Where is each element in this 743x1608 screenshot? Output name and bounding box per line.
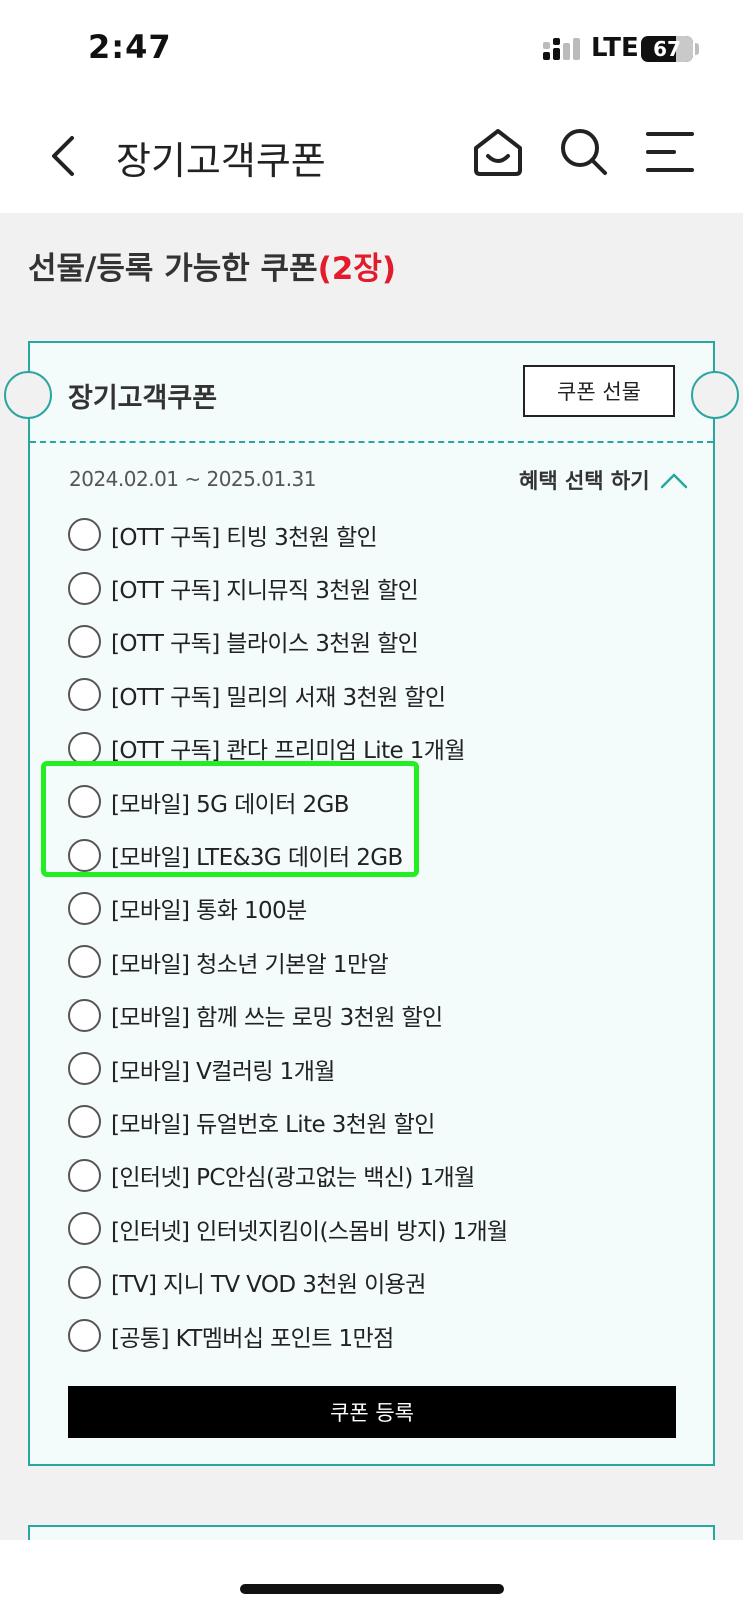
battery-level: 67 (653, 37, 681, 61)
benefit-options-list: [OTT 구독] 티빙 3천원 할인 [OTT 구독] 지니뮤직 3천원 할인 [O… (68, 508, 688, 1362)
benefit-option-label: [모바일] V컬러링 1개월 (111, 1058, 335, 1085)
benefit-option[interactable]: [모바일] 청소년 기본알 1만알 (68, 935, 688, 988)
back-arrow-icon[interactable] (44, 128, 84, 184)
radio-button[interactable] (68, 945, 101, 979)
radio-button[interactable] (68, 1105, 101, 1139)
benefit-option-label: [모바일] LTE&3G 데이터 2GB (111, 845, 403, 872)
radio-button[interactable] (68, 891, 101, 925)
benefit-option[interactable]: [OTT 구독] 지니뮤직 3천원 할인 (68, 561, 688, 614)
radio-button[interactable] (68, 838, 101, 872)
benefit-option[interactable]: [OTT 구독] 콴다 프리미엄 Lite 1개월 (68, 722, 688, 775)
benefit-option[interactable]: [OTT 구독] 블라이스 3천원 할인 (68, 615, 688, 668)
status-bar: 2:47 LTE 67 (0, 0, 743, 100)
benefit-select-label: 혜택 선택 하기 (519, 469, 650, 493)
radio-button[interactable] (68, 1319, 101, 1353)
benefit-option[interactable]: [모바일] 함께 쓰는 로밍 3천원 할인 (68, 989, 688, 1042)
benefit-option-label: [OTT 구독] 콴다 프리미엄 Lite 1개월 (111, 738, 466, 765)
radio-button[interactable] (68, 731, 101, 765)
home-indicator-area (0, 1540, 743, 1608)
dashed-divider (30, 441, 713, 443)
benefit-option-label: [공통] KT멤버십 포인트 1만점 (111, 1325, 394, 1352)
page-title: 장기고객쿠폰 (116, 139, 326, 183)
radio-button[interactable] (68, 624, 101, 658)
home-indicator[interactable] (240, 1584, 504, 1594)
coupon-period: 2024.02.01 ~ 2025.01.31 (69, 467, 317, 491)
coupon-name: 장기고객쿠폰 (68, 383, 218, 414)
benefit-option[interactable]: [공통] KT멤버십 포인트 1만점 (68, 1309, 688, 1362)
radio-button[interactable] (68, 518, 101, 552)
benefit-option-label: [OTT 구독] 블라이스 3천원 할인 (111, 631, 419, 658)
benefit-option[interactable]: [모바일] V컬러링 1개월 (68, 1042, 688, 1095)
coupon-card: 장기고객쿠폰 쿠폰 선물 2024.02.01 ~ 2025.01.31 혜택 … (4, 341, 739, 1466)
battery-tip (695, 43, 699, 55)
benefit-option[interactable]: [인터넷] 인터넷지킴이(스몸비 방지) 1개월 (68, 1202, 688, 1255)
menu-icon[interactable] (644, 126, 696, 178)
benefit-option-label: [인터넷] 인터넷지킴이(스몸비 방지) 1개월 (111, 1218, 508, 1245)
benefit-option[interactable]: [모바일] LTE&3G 데이터 2GB (68, 828, 688, 881)
benefit-option-label: [OTT 구독] 지니뮤직 3천원 할인 (111, 578, 419, 605)
benefit-option[interactable]: [OTT 구독] 티빙 3천원 할인 (68, 508, 688, 561)
radio-button[interactable] (68, 785, 101, 819)
benefit-option[interactable]: [TV] 지니 TV VOD 3천원 이용권 (68, 1255, 688, 1308)
benefit-select-toggle[interactable]: 혜택 선택 하기 (519, 465, 688, 495)
network-type: LTE (591, 33, 639, 63)
benefit-option-label: [TV] 지니 TV VOD 3천원 이용권 (111, 1272, 426, 1299)
benefit-option-label: [모바일] 통화 100분 (111, 898, 307, 925)
radio-button[interactable] (68, 1158, 101, 1192)
radio-button[interactable] (68, 1052, 101, 1086)
benefit-option-label: [모바일] 함께 쓰는 로밍 3천원 할인 (111, 1005, 443, 1032)
ticket-notch-left (4, 371, 52, 419)
chevron-up-icon (660, 473, 687, 489)
benefit-option[interactable]: [모바일] 5G 데이터 2GB (68, 775, 688, 828)
radio-button[interactable] (68, 1265, 101, 1299)
radio-button[interactable] (68, 678, 101, 712)
register-coupon-button[interactable]: 쿠폰 등록 (68, 1386, 676, 1438)
benefit-option[interactable]: [OTT 구독] 밀리의 서재 3천원 할인 (68, 668, 688, 721)
benefit-option[interactable]: [모바일] 통화 100분 (68, 882, 688, 935)
benefit-option[interactable]: [인터넷] PC안심(광고없는 백신) 1개월 (68, 1149, 688, 1202)
section-heading-text: 선물/등록 가능한 쿠폰 (28, 251, 318, 287)
benefit-option-label: [OTT 구독] 밀리의 서재 3천원 할인 (111, 684, 446, 711)
coupon-count: (2장) (317, 251, 397, 287)
radio-button[interactable] (68, 1212, 101, 1246)
benefit-option-label: [모바일] 5G 데이터 2GB (111, 791, 350, 818)
home-icon[interactable] (472, 126, 524, 178)
benefit-option-label: [인터넷] PC안심(광고없는 백신) 1개월 (111, 1165, 475, 1192)
benefit-option-label: [모바일] 청소년 기본알 1만알 (111, 951, 389, 978)
battery-icon: 67 (641, 36, 693, 62)
benefit-option[interactable]: [모바일] 듀얼번호 Lite 3천원 할인 (68, 1095, 688, 1148)
search-icon[interactable] (558, 126, 610, 178)
gift-coupon-button[interactable]: 쿠폰 선물 (523, 365, 675, 417)
ticket-notch-right (691, 371, 739, 419)
benefit-option-label: [모바일] 듀얼번호 Lite 3천원 할인 (111, 1111, 435, 1138)
signal-icon (543, 38, 580, 60)
benefit-option-label: [OTT 구독] 티빙 3천원 할인 (111, 524, 378, 551)
radio-button[interactable] (68, 998, 101, 1032)
radio-button[interactable] (68, 571, 101, 605)
section-heading: 선물/등록 가능한 쿠폰(2장) (28, 243, 396, 288)
status-time: 2:47 (88, 28, 172, 66)
page-header: 장기고객쿠폰 (0, 100, 743, 213)
